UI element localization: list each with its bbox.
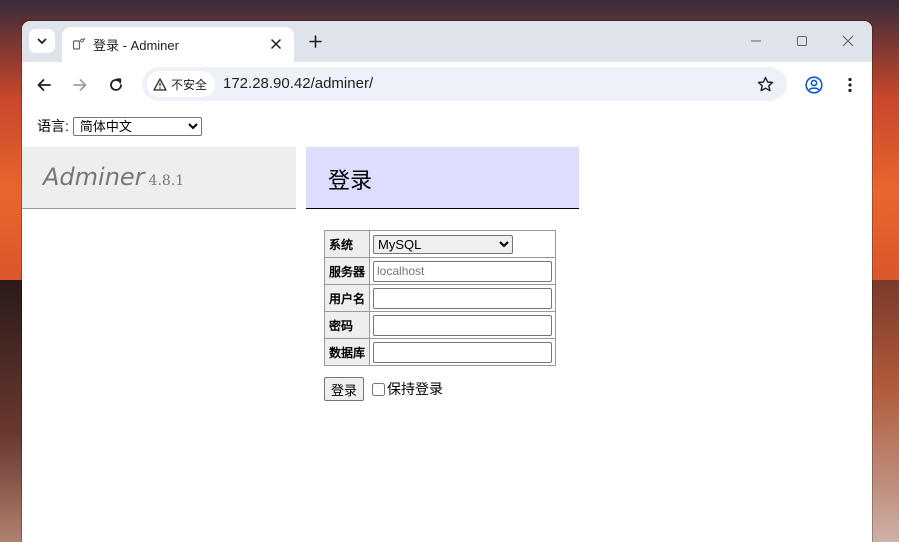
star-icon: [757, 76, 773, 91]
bookmark-button[interactable]: [755, 74, 775, 94]
tab-title: 登录 - Adminer: [93, 38, 179, 53]
database-input[interactable]: [373, 341, 553, 363]
forward-button[interactable]: [68, 73, 92, 97]
close-icon: [842, 35, 854, 47]
sidebar-menu: Adminer 4.8.1: [22, 147, 296, 209]
system-row: 系统 MySQL: [323, 230, 557, 258]
language-select[interactable]: 简体中文: [72, 116, 202, 136]
password-row: 密码: [323, 311, 557, 339]
page-title: 登录: [328, 168, 373, 193]
url-text[interactable]: 172.28.90.42/adminer/: [223, 75, 373, 92]
security-label: 不安全: [171, 77, 208, 92]
maximize-icon: [797, 36, 807, 46]
password-input[interactable]: [373, 314, 553, 336]
page-heading: 登录: [306, 147, 579, 209]
browser-window: 登录 - Adminer 不安全 172.28.90.42/adminer/ 语…: [22, 21, 872, 542]
server-input[interactable]: [373, 260, 553, 282]
desktop-wallpaper-right: [871, 280, 899, 542]
login-form-table: 系统 MySQL 服务器 用户名 密码 数据库: [323, 230, 557, 366]
database-row: 数据库: [323, 338, 557, 366]
tab-search-button[interactable]: [29, 29, 55, 53]
reload-button[interactable]: [104, 73, 128, 97]
browser-toolbar: 不安全 172.28.90.42/adminer/: [22, 62, 872, 109]
adminer-favicon-icon: [72, 38, 86, 50]
adminer-logo[interactable]: Adminer 4.8.1: [43, 163, 184, 191]
server-row: 服务器: [323, 257, 557, 285]
browser-menu-button[interactable]: [838, 73, 862, 97]
minimize-button[interactable]: [739, 29, 773, 53]
chevron-down-icon: [37, 38, 47, 44]
reload-icon: [110, 78, 122, 91]
permanent-checkbox[interactable]: [372, 382, 386, 396]
server-label: 服务器: [323, 257, 371, 285]
brand-name[interactable]: Adminer: [43, 163, 145, 191]
tab-active[interactable]: 登录 - Adminer: [62, 27, 294, 62]
back-button[interactable]: [32, 73, 56, 97]
tab-strip: 登录 - Adminer: [22, 21, 872, 62]
profile-icon: [805, 76, 823, 94]
close-icon: [271, 39, 281, 49]
warning-icon: [153, 77, 167, 91]
password-label: 密码: [323, 311, 371, 339]
permanent-label[interactable]: 保持登录: [387, 379, 443, 399]
username-input[interactable]: [373, 287, 553, 309]
profile-button[interactable]: [802, 73, 826, 97]
language-row: 语言: 简体中文: [37, 116, 202, 136]
close-window-button[interactable]: [831, 29, 865, 53]
new-tab-button[interactable]: [304, 30, 326, 52]
language-label: 语言:: [37, 118, 69, 134]
security-chip[interactable]: 不安全: [147, 71, 216, 97]
arrow-left-icon: [37, 79, 51, 91]
database-label: 数据库: [323, 338, 371, 366]
permanent-login[interactable]: 保持登录: [372, 379, 443, 399]
page-content: 语言: 简体中文 Adminer 4.8.1 登录 系统 MySQL 服务器 l…: [22, 108, 872, 542]
username-row: 用户名: [323, 284, 557, 312]
username-label: 用户名: [323, 284, 371, 312]
version-label[interactable]: 4.8.1: [149, 173, 185, 189]
login-button[interactable]: 登录: [324, 377, 365, 401]
arrow-right-icon: [73, 79, 87, 91]
maximize-button[interactable]: [785, 29, 819, 53]
tab-close-button[interactable]: [266, 34, 286, 54]
plus-icon: [308, 34, 322, 48]
system-label: 系统: [323, 230, 371, 258]
desktop-wallpaper-left: [0, 280, 22, 542]
kebab-menu-icon: [848, 77, 852, 93]
submit-row: 登录 保持登录: [324, 377, 443, 401]
system-select[interactable]: MySQL: [373, 234, 514, 254]
address-bar[interactable]: 不安全 172.28.90.42/adminer/: [142, 67, 787, 101]
minimize-icon: [751, 40, 761, 42]
